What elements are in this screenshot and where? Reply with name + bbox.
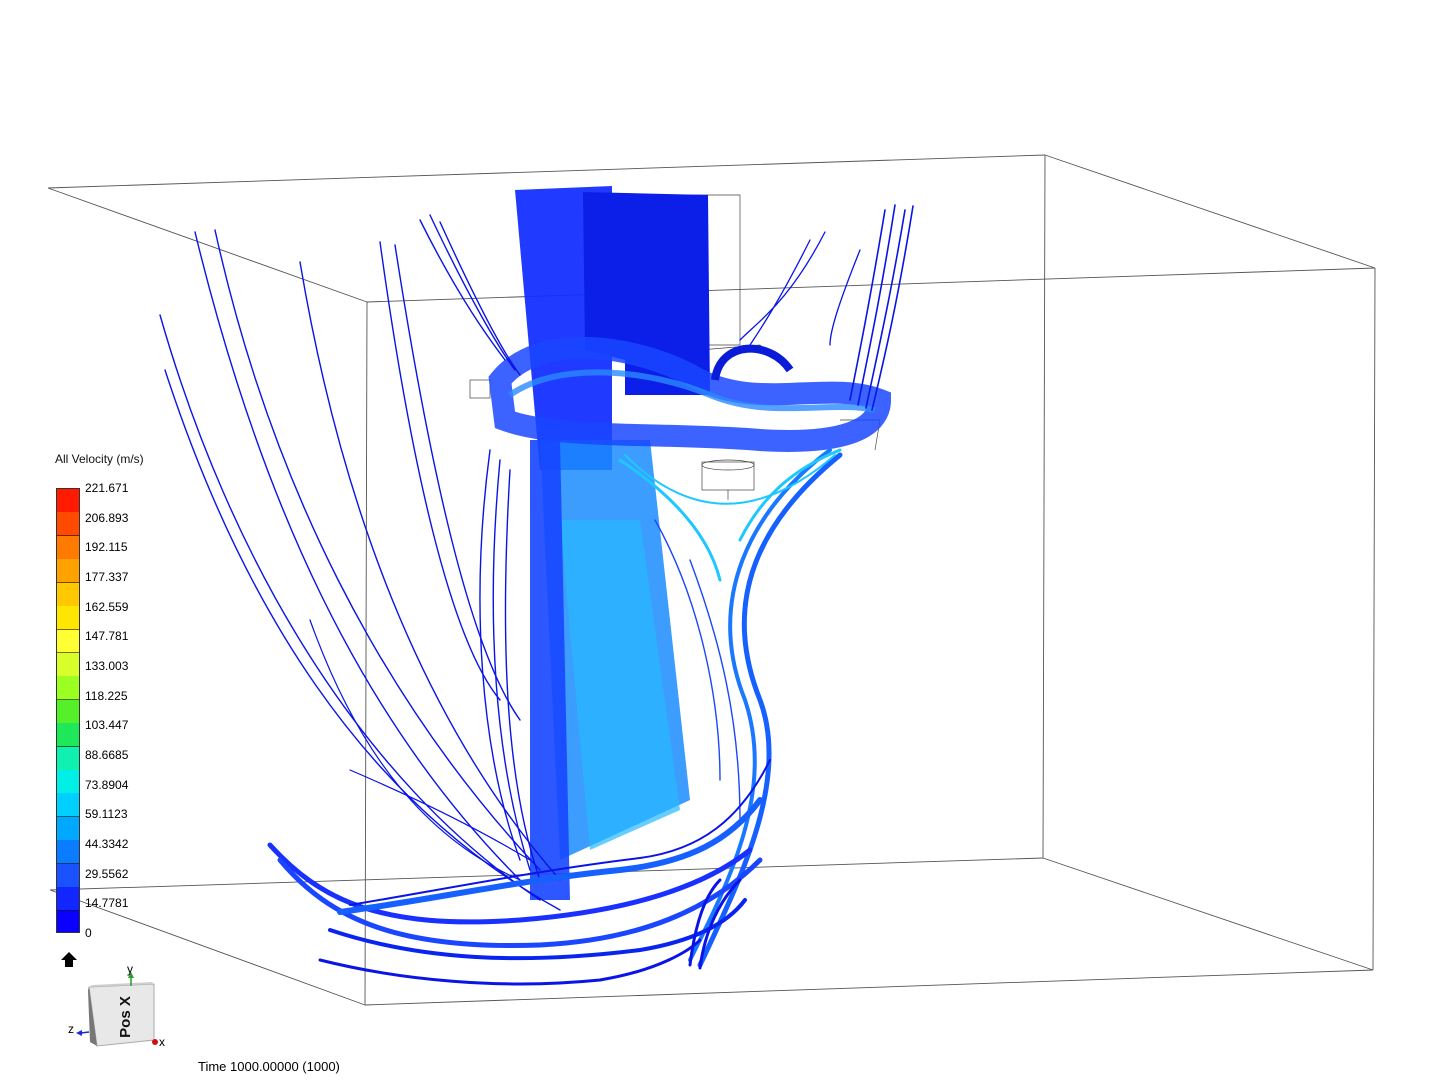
legend-color-band <box>57 512 79 537</box>
legend-color-band <box>57 582 79 607</box>
legend-tick-label: 73.8904 <box>85 777 129 792</box>
legend-color-band <box>57 629 79 654</box>
legend-tick-label: 177.337 <box>85 570 129 584</box>
legend-colorbar <box>56 488 80 933</box>
legend-color-band <box>57 723 79 748</box>
legend-color-band <box>57 606 79 630</box>
legend-color-band <box>57 770 79 794</box>
legend-tick-label: 88.6685 <box>85 748 129 762</box>
legend-tick-label: 133.003 <box>85 659 129 673</box>
legend-tick-label: 29.5562 <box>85 866 129 881</box>
legend-tick-label: 14.7781 <box>85 896 129 911</box>
axis-label-y: y <box>127 962 133 976</box>
legend-color-band <box>57 887 79 912</box>
legend-color-band <box>57 652 79 677</box>
legend-tick-label: 162.559 <box>85 599 129 614</box>
legend-tick-label: 221.671 <box>85 481 129 495</box>
domain-box <box>47 154 1376 1006</box>
3d-viewport[interactable] <box>0 0 1440 1080</box>
legend-tick-label: 147.781 <box>85 629 129 644</box>
legend-tick-label: 103.447 <box>85 718 129 733</box>
legend-tick-label: 118.225 <box>85 688 128 703</box>
legend-color-band <box>57 746 79 771</box>
legend-tick-label: 192.115 <box>85 540 128 555</box>
view-cube[interactable]: Pos X y z x <box>64 962 174 1052</box>
streamline-column <box>515 186 710 900</box>
view-cube-face-label: Pos X <box>117 996 134 1038</box>
legend-color-band <box>57 863 79 888</box>
time-readout: Time 1000.00000 (1000) <box>198 1059 340 1074</box>
axis-label-z: z <box>68 1022 74 1036</box>
legend-color-band <box>57 793 79 818</box>
legend-tick-label: 44.3342 <box>85 837 129 851</box>
legend-color-band <box>57 559 79 584</box>
legend-color-band <box>57 816 79 841</box>
legend-color-band <box>57 699 79 724</box>
legend-color-band <box>57 910 79 932</box>
legend-color-band <box>57 489 79 513</box>
axis-label-x: x <box>159 1035 165 1049</box>
legend-tick-label: 206.893 <box>85 510 129 525</box>
legend-tick-label: 59.1123 <box>85 807 128 822</box>
legend-color-band <box>57 535 79 560</box>
legend-tick-label: 0 <box>85 926 92 940</box>
legend-title: All Velocity (m/s) <box>55 452 144 466</box>
legend-color-band <box>57 840 79 865</box>
color-legend: All Velocity (m/s) 221.671 206.893 192.115… <box>55 452 195 952</box>
legend-color-band <box>57 676 79 701</box>
